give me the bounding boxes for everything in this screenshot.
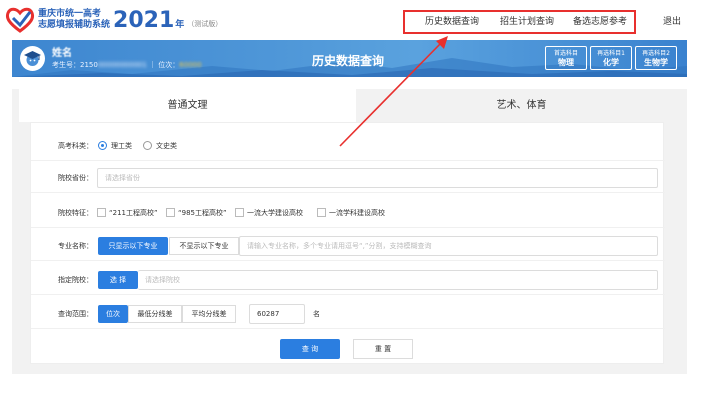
major-input[interactable]: 请输入专业名称，多个专业请用逗号“,”分割，支持模糊查询 xyxy=(239,236,658,256)
logo-line2: 志愿填报辅助系统 xyxy=(38,20,111,30)
feature-label: 院校特征： xyxy=(58,209,93,217)
logo-year-suffix: 年 xyxy=(175,19,185,30)
reset-button[interactable]: 重 置 xyxy=(353,339,413,359)
category-label: 高考科类： xyxy=(58,142,93,150)
rank-separator: ｜ 位次： xyxy=(149,61,180,69)
heart-logo-icon xyxy=(5,7,35,33)
mode-min-diff-button[interactable]: 最低分线差 xyxy=(128,305,182,323)
exam-id-hidden: 00000000001 xyxy=(97,61,147,69)
checkbox-211[interactable] xyxy=(97,208,106,217)
school-label: 指定院校： xyxy=(58,276,93,284)
subject-second-2: 再选科目2 生物学 xyxy=(635,46,677,70)
hide-major-button[interactable]: 不显示以下专业 xyxy=(169,237,239,255)
logo-year: 2021 xyxy=(113,7,175,33)
tab-arts-sports[interactable]: 艺术、体育 xyxy=(356,89,687,122)
checkbox-985[interactable] xyxy=(166,208,175,217)
rank-input[interactable]: 60287 xyxy=(249,304,305,324)
mode-rank-button[interactable]: 位次 xyxy=(98,305,128,323)
show-major-button[interactable]: 只显示以下专业 xyxy=(98,237,168,255)
query-button[interactable]: 查 询 xyxy=(280,339,340,359)
school-input[interactable]: 请选择院校 xyxy=(138,270,658,290)
radio-science[interactable] xyxy=(98,141,107,150)
row-school: 指定院校： 选 择 请选择院校 xyxy=(31,265,665,295)
checkbox-double-first-uni[interactable] xyxy=(235,208,244,217)
logo-edition: （测试版） xyxy=(187,20,223,28)
user-info: 考生号：215000000000001 ｜ 位次：60000 xyxy=(52,60,202,70)
subject-second-1: 再选科目1 化学 xyxy=(590,46,632,70)
logo-line1: 重庆市统一高考 xyxy=(38,9,102,19)
hero-banner: 姓名 考生号：215000000000001 ｜ 位次：60000 历史数据查询… xyxy=(12,40,687,77)
row-major: 专业名称： 只显示以下专业 不显示以下专业 请输入专业名称，多个专业请用逗号“,… xyxy=(31,231,665,261)
mode-avg-diff-button[interactable]: 平均分线差 xyxy=(182,305,236,323)
tab-bar: 普通文理 艺术、体育 xyxy=(12,89,687,122)
logout-link[interactable]: 退出 xyxy=(663,14,681,27)
logo[interactable]: 重庆市统一高考 志愿填报辅助系统 2021 年 （测试版） xyxy=(5,6,222,34)
user-name: 姓名 xyxy=(52,48,72,59)
province-label: 院校省份： xyxy=(58,174,93,182)
rank-unit: 名 xyxy=(313,310,320,318)
province-select[interactable]: 请选择省份 xyxy=(97,168,658,188)
tab-general[interactable]: 普通文理 xyxy=(19,89,356,122)
radio-science-label[interactable]: 理工类 xyxy=(111,141,132,151)
top-bar: 重庆市统一高考 志愿填报辅助系统 2021 年 （测试版） 历史数据查询 招生计… xyxy=(0,0,702,40)
query-form: 高考科类： 理工类 文史类 院校省份： 请选择省份 院校特征： “211工程高校… xyxy=(30,122,665,364)
nav-history-query[interactable]: 历史数据查询 xyxy=(425,14,479,27)
checkbox-double-first-subject[interactable] xyxy=(317,208,326,217)
nav-alternative-ref[interactable]: 备选志愿参考 xyxy=(573,14,627,27)
graduate-icon xyxy=(24,51,41,66)
subject-first: 首选科目 物理 xyxy=(545,46,587,70)
radio-arts[interactable] xyxy=(143,141,152,150)
nav-plan-query[interactable]: 招生计划查询 xyxy=(500,14,554,27)
row-province: 院校省份： 请选择省份 xyxy=(31,163,665,193)
checkbox-double-first-subject-label[interactable]: 一流学科建设高校 xyxy=(329,208,385,218)
range-label: 查询范围： xyxy=(58,310,93,318)
row-feature: 院校特征： “211工程高校” “985工程高校” 一流大学建设高校 一流学科建… xyxy=(31,198,665,228)
select-school-button[interactable]: 选 择 xyxy=(98,271,138,289)
checkbox-985-label[interactable]: “985工程高校” xyxy=(178,208,227,218)
row-range: 查询范围： 位次 最低分线差 平均分线差 60287 名 xyxy=(31,299,665,329)
major-label: 专业名称： xyxy=(58,242,93,250)
checkbox-211-label[interactable]: “211工程高校” xyxy=(109,208,158,218)
exam-id-prefix: 考生号：2150 xyxy=(52,61,98,69)
rank-value: 60000 xyxy=(179,61,202,69)
radio-arts-label[interactable]: 文史类 xyxy=(156,141,177,151)
checkbox-double-first-uni-label[interactable]: 一流大学建设高校 xyxy=(247,208,303,218)
avatar xyxy=(20,46,45,71)
row-category: 高考科类： 理工类 文史类 xyxy=(31,131,665,161)
page-title: 历史数据查询 xyxy=(312,54,385,68)
